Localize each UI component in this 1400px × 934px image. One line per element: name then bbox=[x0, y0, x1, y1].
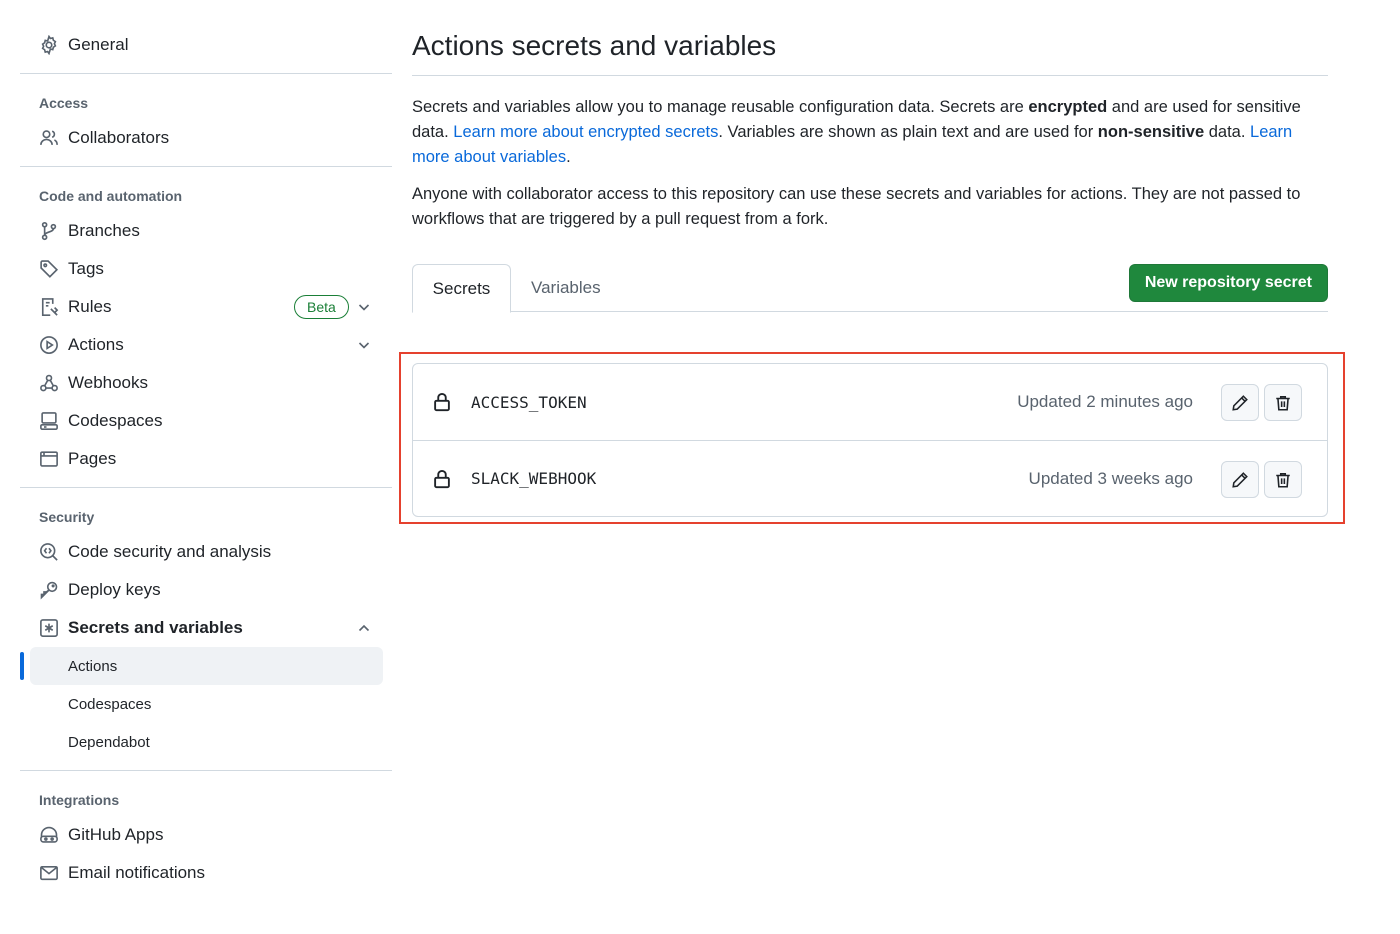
description-text: encrypted bbox=[1028, 98, 1108, 116]
delete-secret-button[interactable] bbox=[1264, 461, 1302, 498]
sidebar-item-label: General bbox=[68, 35, 129, 54]
browser-icon bbox=[39, 449, 59, 469]
section-title-access: Access bbox=[39, 95, 89, 111]
secrets-list: ACCESS_TOKEN Updated 2 minutes ago SLACK… bbox=[412, 363, 1328, 517]
sidebar-item-label: Actions bbox=[68, 657, 118, 675]
secret-updated: Updated 3 weeks ago bbox=[1028, 468, 1193, 488]
description-text: Secrets and variables allow you to manag… bbox=[412, 98, 1029, 116]
sidebar-item-branches[interactable]: Branches bbox=[20, 212, 392, 250]
description-text: . bbox=[566, 148, 571, 166]
new-repository-secret-button[interactable]: New repository secret bbox=[1128, 264, 1328, 302]
beta-badge: Beta bbox=[294, 295, 349, 319]
trash-icon bbox=[1276, 472, 1290, 488]
sidebar-subitem-dependabot[interactable]: Dependabot bbox=[20, 723, 392, 761]
sidebar-item-label: Code security and analysis bbox=[68, 542, 272, 561]
sidebar-divider bbox=[20, 73, 392, 74]
sidebar-divider bbox=[20, 487, 392, 488]
sidebar-item-label: Dependabot bbox=[68, 733, 150, 751]
secret-row: ACCESS_TOKEN Updated 2 minutes ago bbox=[413, 364, 1327, 440]
tag-icon bbox=[39, 259, 59, 279]
chevron-down-icon[interactable] bbox=[356, 299, 372, 315]
gear-icon bbox=[39, 35, 59, 55]
tab-secrets[interactable]: Secrets bbox=[412, 264, 511, 313]
apps-icon bbox=[39, 825, 59, 845]
lock-icon bbox=[434, 469, 450, 489]
sidebar-item-label: Secrets and variables bbox=[68, 618, 243, 637]
tabs: Secrets Variables New repository secret bbox=[412, 264, 1328, 313]
delete-secret-button[interactable] bbox=[1264, 384, 1302, 421]
branch-icon bbox=[39, 221, 59, 241]
description-text: non-sensitive bbox=[1097, 123, 1205, 141]
description-text: . Variables are shown as plain text and … bbox=[718, 123, 1098, 141]
pencil-icon bbox=[1232, 394, 1248, 411]
edit-secret-button[interactable] bbox=[1221, 461, 1259, 498]
codespaces-icon bbox=[39, 411, 59, 431]
webhook-icon bbox=[39, 373, 59, 393]
sidebar-item-label: Codespaces bbox=[68, 695, 152, 713]
sidebar-item-label: Rules bbox=[68, 297, 112, 316]
sidebar-subitem-codespaces[interactable]: Codespaces bbox=[20, 685, 392, 723]
trash-icon bbox=[1276, 395, 1290, 411]
edit-secret-button[interactable] bbox=[1221, 384, 1259, 421]
sidebar-item-label: Webhooks bbox=[68, 373, 149, 392]
sidebar-item-label: Collaborators bbox=[68, 128, 170, 147]
sidebar-item-deploy-keys[interactable]: Deploy keys bbox=[20, 571, 392, 609]
sidebar-item-label: Email notifications bbox=[68, 863, 206, 882]
sidebar-divider bbox=[20, 770, 392, 771]
section-title-security: Security bbox=[39, 509, 95, 525]
pencil-icon bbox=[1232, 471, 1248, 488]
description-text: data. bbox=[1204, 123, 1251, 141]
sidebar-divider bbox=[20, 166, 392, 167]
sidebar-item-label: Codespaces bbox=[68, 411, 163, 430]
sidebar-item-codespaces[interactable]: Codespaces bbox=[20, 402, 392, 440]
people-icon bbox=[39, 128, 59, 148]
access-note: Anyone with collaborator access to this … bbox=[412, 185, 1301, 228]
secret-name: ACCESS_TOKEN bbox=[471, 392, 587, 412]
mail-icon bbox=[39, 863, 59, 883]
sidebar-item-pages[interactable]: Pages bbox=[20, 440, 392, 478]
sidebar-item-general[interactable]: General bbox=[20, 26, 392, 64]
sidebar-item-secrets-and-variables[interactable]: Secrets and variables bbox=[20, 609, 392, 647]
chevron-up-icon[interactable] bbox=[356, 620, 372, 636]
chevron-down-icon[interactable] bbox=[356, 337, 372, 353]
sidebar-item-email-notifications[interactable]: Email notifications bbox=[20, 854, 392, 892]
tab-variables[interactable]: Variables bbox=[531, 264, 601, 312]
sidebar-item-label: Deploy keys bbox=[68, 580, 161, 599]
secret-name: SLACK_WEBHOOK bbox=[471, 469, 597, 488]
sidebar-item-label: GitHub Apps bbox=[68, 825, 164, 844]
sidebar-item-tags[interactable]: Tags bbox=[20, 250, 392, 288]
section-title-code-automation: Code and automation bbox=[39, 188, 183, 204]
sidebar-item-webhooks[interactable]: Webhooks bbox=[20, 364, 392, 402]
asterisk-box-icon bbox=[39, 618, 59, 638]
key-icon bbox=[39, 580, 59, 600]
main-content: Actions secrets and variables Secrets an… bbox=[412, 30, 1328, 313]
sidebar-item-rules[interactable]: Rules Beta bbox=[20, 288, 392, 326]
sidebar-item-collaborators[interactable]: Collaborators bbox=[20, 119, 392, 157]
active-indicator bbox=[20, 652, 24, 680]
section-title-integrations: Integrations bbox=[39, 792, 120, 808]
sidebar-item-code-security[interactable]: Code security and analysis bbox=[20, 533, 392, 571]
sidebar-item-github-apps[interactable]: GitHub Apps bbox=[20, 816, 392, 854]
sidebar-item-label: Tags bbox=[68, 259, 104, 278]
secret-row: SLACK_WEBHOOK Updated 3 weeks ago bbox=[413, 440, 1327, 516]
page-title: Actions secrets and variables bbox=[412, 30, 1328, 76]
settings-sidebar: General Access Collaborators Code and au… bbox=[20, 26, 392, 892]
play-icon bbox=[39, 335, 59, 355]
sidebar-item-label: Actions bbox=[68, 335, 124, 354]
encrypted-secrets-link[interactable]: Learn more about encrypted secrets bbox=[453, 123, 718, 141]
codescan-icon bbox=[39, 542, 59, 562]
lock-icon bbox=[434, 392, 450, 412]
secret-updated: Updated 2 minutes ago bbox=[1017, 392, 1193, 411]
sidebar-item-label: Pages bbox=[68, 449, 117, 468]
sidebar-item-label: Branches bbox=[68, 221, 140, 240]
rules-icon bbox=[39, 297, 59, 317]
sidebar-subitem-actions[interactable]: Actions bbox=[20, 647, 383, 685]
sidebar-item-actions[interactable]: Actions bbox=[20, 326, 392, 364]
description-paragraph: Secrets and variables allow you to manag… bbox=[412, 95, 1328, 170]
